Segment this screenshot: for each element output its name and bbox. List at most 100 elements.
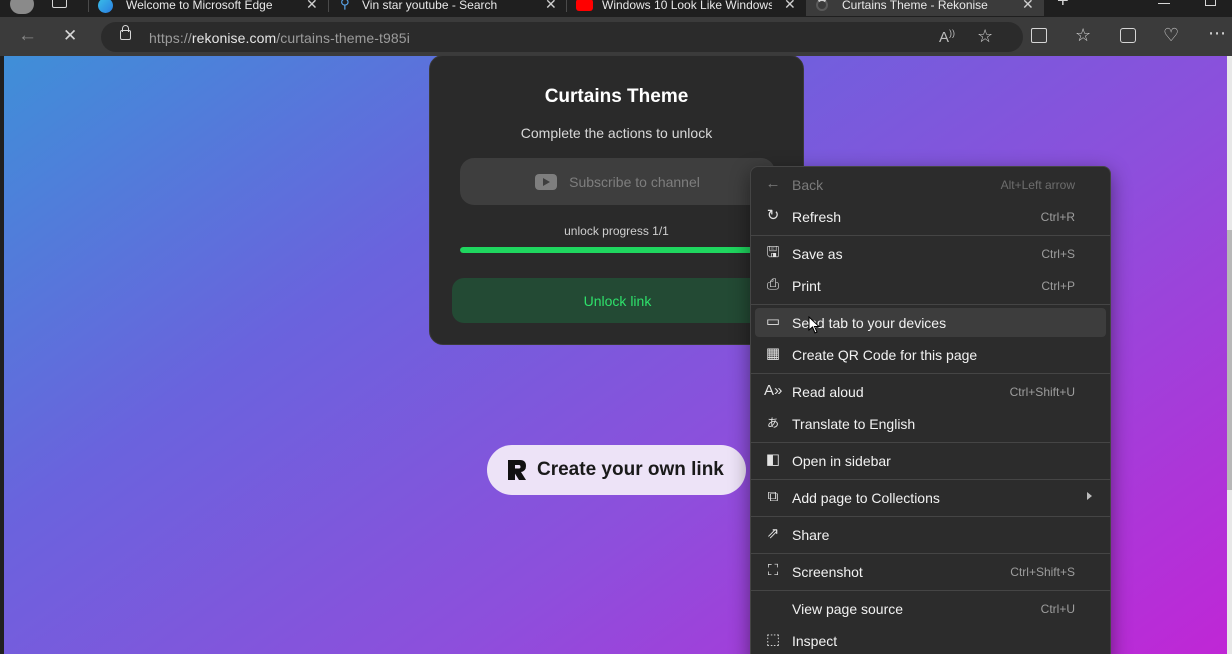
- lock-shackle: [122, 25, 129, 32]
- menu-item-label: Refresh: [792, 209, 842, 225]
- navigation-toolbar: ← ✕ https://rekonise.com/curtains-theme-…: [0, 17, 1232, 56]
- stop-loading-icon[interactable]: ✕: [63, 27, 77, 45]
- menu-item-label: Read aloud: [792, 384, 864, 400]
- menu-item-shortcut: Alt+Left arrow: [1000, 178, 1075, 192]
- tab-title: Vin star youtube - Search: [362, 0, 498, 12]
- unlock-label: Unlock link: [583, 292, 652, 309]
- browser-window: Welcome to Microsoft Edge ✕ ⚲ Vin star y…: [0, 0, 1232, 654]
- browser-essentials-icon[interactable]: ♡: [1163, 26, 1179, 44]
- settings-more-icon[interactable]: ⋯: [1208, 24, 1226, 42]
- youtube-icon: [535, 173, 558, 190]
- split-screen-icon[interactable]: [1031, 28, 1047, 43]
- close-tab-icon[interactable]: ✕: [784, 0, 796, 13]
- menu-item-label: Share: [792, 527, 830, 543]
- tab-title: Windows 10 Look Like Windows: [602, 0, 772, 12]
- collections-icon[interactable]: [1120, 28, 1136, 43]
- read-aloud-icon[interactable]: A)): [939, 28, 955, 46]
- menu-item-label: Add page to Collections: [792, 490, 940, 506]
- menu-divider: [751, 373, 1110, 374]
- translate-icon: あ: [766, 416, 779, 430]
- screenshot-icon: ⛶: [767, 562, 779, 579]
- menu-item-label: Create QR Code for this page: [792, 347, 978, 363]
- menu-item-shortcut: Ctrl+R: [1040, 210, 1075, 224]
- qr-code-icon: ▦: [765, 345, 781, 362]
- menu-item-share[interactable]: ⇗ Share: [755, 520, 1106, 549]
- context-menu: ← Back Alt+Left arrow ↻ Refresh Ctrl+R 🖫…: [750, 166, 1111, 654]
- unlock-card: Curtains Theme Complete the actions to u…: [429, 55, 804, 345]
- menu-item-qr-code[interactable]: ▦ Create QR Code for this page: [755, 340, 1106, 369]
- progress-label: unlock progress 1/1: [564, 224, 669, 238]
- menu-item-back[interactable]: ← Back Alt+Left arrow: [755, 170, 1106, 199]
- menu-item-open-sidebar[interactable]: ◧ Open in sidebar: [755, 446, 1106, 475]
- address-bar[interactable]: https://rekonise.com/curtains-theme-t985…: [101, 22, 1023, 52]
- card-subtitle: Complete the actions to unlock: [520, 125, 713, 141]
- close-tab-icon[interactable]: ✕: [545, 0, 557, 13]
- favorites-icon[interactable]: ☆: [1075, 26, 1091, 44]
- tab-youtube[interactable]: Windows 10 Look Like Windows ✕: [568, 0, 804, 16]
- close-tab-icon[interactable]: ✕: [1022, 0, 1034, 13]
- menu-divider: [751, 590, 1110, 591]
- create-link-button[interactable]: Create your own link: [487, 445, 746, 495]
- unlock-link-button[interactable]: Unlock link: [452, 278, 783, 323]
- unlock-progress-bar: [460, 247, 775, 253]
- save-icon: 🖫: [766, 244, 780, 261]
- submenu-arrow-icon: [1087, 492, 1092, 500]
- menu-item-label: Translate to English: [792, 416, 916, 432]
- refresh-icon: ↻: [766, 207, 780, 224]
- card-title: Curtains Theme: [544, 86, 689, 107]
- menu-item-inspect[interactable]: ⬚ Inspect: [755, 626, 1106, 654]
- menu-item-save-as[interactable]: 🖫 Save as Ctrl+S: [755, 239, 1106, 268]
- vertical-tabs-icon[interactable]: [52, 0, 67, 8]
- create-link-label: Create your own link: [537, 459, 724, 480]
- menu-divider: [751, 516, 1110, 517]
- print-icon: ⎙: [766, 276, 779, 293]
- menu-divider: [751, 553, 1110, 554]
- edge-icon: [98, 0, 113, 13]
- menu-divider: [751, 235, 1110, 236]
- read-aloud-icon: A»: [764, 382, 783, 399]
- close-tab-icon[interactable]: ✕: [306, 0, 318, 13]
- loading-icon: [816, 0, 828, 11]
- minimize-icon[interactable]: [1158, 3, 1170, 4]
- menu-item-shortcut: Ctrl+Shift+U: [1009, 385, 1075, 399]
- menu-item-view-source[interactable]: View page source Ctrl+U: [755, 594, 1106, 623]
- url-host: rekonise.com: [191, 30, 277, 46]
- url-scheme: https://: [149, 30, 192, 46]
- scrollbar-thumb[interactable]: [1227, 230, 1232, 490]
- search-icon: ⚲: [340, 0, 350, 11]
- url-path: /curtains-theme-t985i: [276, 30, 410, 46]
- subscribe-button[interactable]: Subscribe to channel: [460, 158, 775, 205]
- menu-item-refresh[interactable]: ↻ Refresh Ctrl+R: [755, 202, 1106, 231]
- inspect-icon: ⬚: [765, 631, 781, 648]
- profile-avatar[interactable]: [10, 0, 34, 14]
- tab-welcome-edge[interactable]: Welcome to Microsoft Edge ✕: [90, 0, 326, 16]
- url-text[interactable]: https://rekonise.com/curtains-theme-t985…: [149, 30, 410, 46]
- progress-fill: [460, 247, 775, 253]
- menu-item-shortcut: Ctrl+U: [1040, 602, 1075, 616]
- youtube-icon: [576, 0, 593, 11]
- back-arrow-icon: ←: [765, 175, 781, 192]
- menu-item-add-collections[interactable]: ⧉ Add page to Collections: [755, 483, 1106, 512]
- tab-strip: Welcome to Microsoft Edge ✕ ⚲ Vin star y…: [0, 0, 1232, 17]
- share-icon: ⇗: [766, 525, 780, 542]
- menu-item-read-aloud[interactable]: A» Read aloud Ctrl+Shift+U: [755, 377, 1106, 406]
- mouse-cursor-icon: [808, 316, 820, 334]
- menu-item-shortcut: Ctrl+P: [1041, 279, 1075, 293]
- menu-item-label: Open in sidebar: [792, 453, 891, 469]
- menu-item-label: Save as: [792, 246, 843, 262]
- tab-title: Welcome to Microsoft Edge: [126, 0, 273, 12]
- menu-item-screenshot[interactable]: ⛶ Screenshot Ctrl+Shift+S: [755, 557, 1106, 586]
- maximize-icon[interactable]: [1205, 0, 1216, 6]
- menu-item-label: Print: [792, 278, 821, 294]
- subscribe-label: Subscribe to channel: [569, 173, 700, 190]
- menu-item-translate[interactable]: あ Translate to English: [755, 409, 1106, 438]
- tab-search[interactable]: ⚲ Vin star youtube - Search ✕: [330, 0, 564, 16]
- back-icon[interactable]: ←: [18, 26, 37, 45]
- tab-rekonise[interactable]: Curtains Theme - Rekonise ✕: [806, 0, 1044, 16]
- menu-item-print[interactable]: ⎙ Print Ctrl+P: [755, 271, 1106, 300]
- rekonise-logo-icon: [508, 460, 526, 480]
- sidebar-icon: ◧: [765, 451, 781, 468]
- favorite-star-icon[interactable]: ☆: [977, 26, 993, 47]
- menu-divider: [751, 442, 1110, 443]
- new-tab-icon[interactable]: +: [1057, 0, 1069, 11]
